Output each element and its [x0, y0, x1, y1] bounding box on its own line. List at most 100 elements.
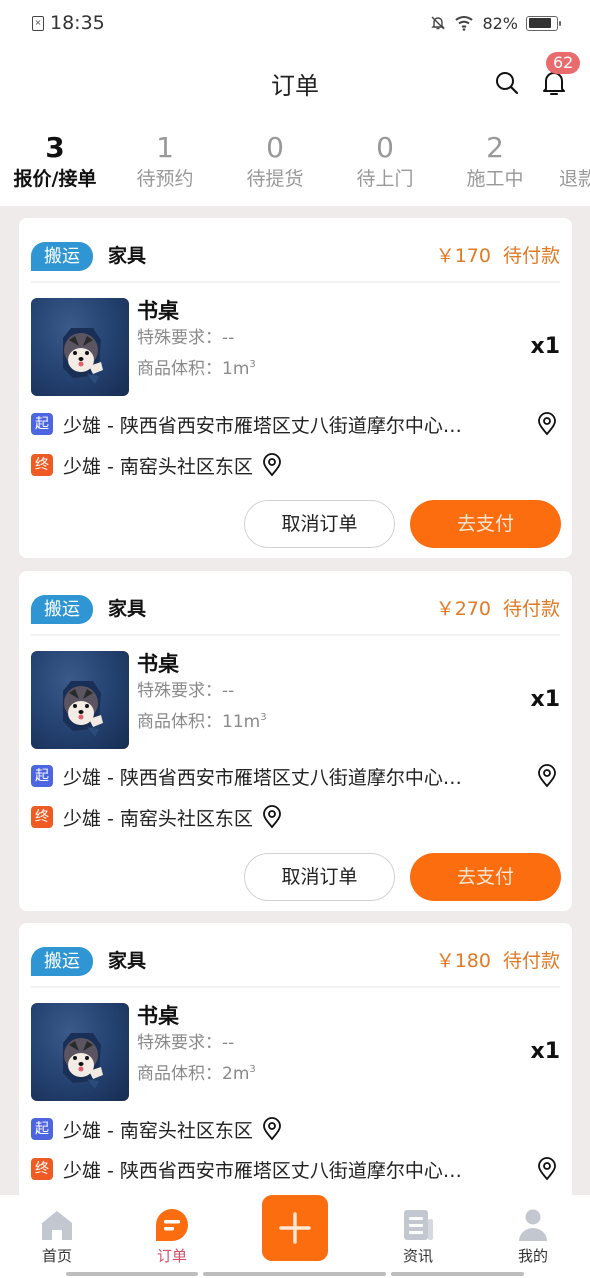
- search-icon[interactable]: [494, 70, 520, 96]
- volume-label: 商品体积：: [137, 359, 222, 379]
- tab-label: 待上门: [356, 168, 414, 190]
- tab-pending-visit[interactable]: 0 待上门: [330, 132, 440, 192]
- volume-value: 2m: [222, 1064, 250, 1084]
- product-image: [31, 1003, 129, 1101]
- news-icon: [404, 1210, 433, 1240]
- order-category: 家具: [108, 950, 147, 972]
- order-category: 家具: [108, 598, 147, 620]
- product-name: 书桌: [137, 299, 179, 323]
- order-status: 待付款: [502, 950, 560, 972]
- service-type-tag: 搬运: [31, 242, 93, 271]
- tab-label: 退款: [559, 168, 590, 190]
- start-address: 少雄 - 南窑头社区东区: [63, 1119, 253, 1142]
- cancel-order-button[interactable]: 取消订单: [244, 500, 395, 548]
- service-type-tag: 搬运: [31, 595, 93, 624]
- volume-value: 11m: [222, 712, 261, 732]
- tabbar-label: 首页: [41, 1247, 72, 1265]
- special-req-label: 特殊要求：: [137, 1033, 222, 1053]
- start-address-row: 起 少雄 - 南窑头社区东区: [31, 1115, 560, 1143]
- volume-exponent: 3: [260, 712, 267, 723]
- start-tag: 起: [31, 765, 53, 787]
- tab-in-progress[interactable]: 2 施工中: [440, 132, 550, 192]
- tabbar-item-orders[interactable]: 订单: [132, 1207, 212, 1265]
- tab-refund[interactable]: 退款: [559, 132, 590, 192]
- end-address: 少雄 - 南窑头社区东区: [63, 455, 253, 478]
- sim-missing-icon: ×: [32, 15, 44, 31]
- status-bar: × 18:35 82%: [0, 0, 590, 46]
- wifi-icon: [455, 16, 474, 31]
- start-address: 少雄 - 陕西省西安市雁塔区丈八街道摩尔中心…: [63, 414, 462, 437]
- location-pin-icon[interactable]: [536, 1157, 558, 1181]
- special-req-value: --: [222, 681, 235, 701]
- tabbar-item-profile[interactable]: 我的: [493, 1207, 573, 1265]
- header: 订单 62: [0, 46, 590, 120]
- end-tag: 终: [31, 454, 53, 476]
- battery-percent: 82%: [482, 13, 518, 33]
- order-price: ￥180: [435, 950, 491, 972]
- special-req-value: --: [222, 328, 235, 348]
- notification-badge: 62: [546, 52, 581, 74]
- plus-icon: [279, 1212, 311, 1244]
- end-address-row: 终 少雄 - 南窑头社区东区: [31, 451, 560, 479]
- location-pin-icon[interactable]: [261, 453, 283, 477]
- tabbar-label: 我的: [517, 1247, 548, 1265]
- start-tag: 起: [31, 1118, 53, 1140]
- create-order-button[interactable]: [262, 1195, 328, 1261]
- bell-off-icon: [431, 16, 446, 30]
- product-name: 书桌: [137, 1004, 179, 1028]
- location-pin-icon[interactable]: [536, 412, 558, 436]
- tabbar-label: 资讯: [402, 1247, 433, 1265]
- tab-count: 1: [156, 131, 174, 164]
- home-indicator: [391, 1272, 524, 1276]
- tab-count: 0: [266, 131, 284, 164]
- home-indicator: [203, 1272, 386, 1276]
- tab-count: 3: [45, 131, 65, 164]
- order-card[interactable]: 搬运 家具 ￥270 待付款 书桌 特殊要求：-- 商品体积：11m3 x1 起 …: [19, 571, 572, 911]
- product-image: [31, 298, 129, 396]
- order-price: ￥270: [435, 598, 491, 620]
- home-indicator: [66, 1272, 198, 1276]
- end-tag: 终: [31, 806, 53, 828]
- special-req-label: 特殊要求：: [137, 681, 222, 701]
- home-icon: [42, 1211, 72, 1240]
- location-pin-icon[interactable]: [261, 805, 283, 829]
- pay-button[interactable]: 去支付: [410, 500, 561, 548]
- order-card[interactable]: 搬运 家具 ￥170 待付款 书桌 特殊要求：-- 商品体积：1m3 x1 起 少…: [19, 218, 572, 558]
- volume-label: 商品体积：: [137, 1064, 222, 1084]
- start-address-row: 起 少雄 - 陕西省西安市雁塔区丈八街道摩尔中心…: [31, 410, 560, 438]
- tabbar-item-news[interactable]: 资讯: [378, 1207, 458, 1265]
- tab-label: 待提货: [246, 168, 304, 190]
- order-icon: [156, 1209, 188, 1241]
- location-pin-icon[interactable]: [536, 764, 558, 788]
- tabbar-label: 订单: [156, 1247, 187, 1265]
- end-address-row: 终 少雄 - 陕西省西安市雁塔区丈八街道摩尔中心…: [31, 1155, 560, 1183]
- tab-count: 2: [486, 131, 504, 164]
- tab-pending-pickup[interactable]: 0 待提货: [220, 132, 330, 192]
- quantity: x1: [530, 687, 561, 712]
- profile-icon: [519, 1209, 547, 1241]
- end-address-row: 终 少雄 - 南窑头社区东区: [31, 803, 560, 831]
- tab-count: 0: [376, 131, 394, 164]
- end-address: 少雄 - 南窑头社区东区: [63, 807, 253, 830]
- volume-label: 商品体积：: [137, 712, 222, 732]
- bottom-tab-bar: 首页 订单 资讯 我的: [0, 1195, 590, 1278]
- volume-exponent: 3: [249, 1064, 256, 1075]
- order-status: 待付款: [502, 245, 560, 267]
- tab-quote[interactable]: 3 报价/接单: [0, 132, 110, 192]
- tab-count: [559, 132, 590, 164]
- cancel-order-button[interactable]: 取消订单: [244, 853, 395, 901]
- end-address: 少雄 - 陕西省西安市雁塔区丈八街道摩尔中心…: [63, 1159, 462, 1182]
- tab-label: 施工中: [466, 168, 524, 190]
- status-time: 18:35: [50, 12, 105, 34]
- quantity: x1: [530, 334, 561, 359]
- order-card[interactable]: 搬运 家具 ￥180 待付款 书桌 特殊要求：-- 商品体积：2m3 x1 起 少…: [19, 923, 572, 1213]
- pay-button[interactable]: 去支付: [410, 853, 561, 901]
- start-address-row: 起 少雄 - 陕西省西安市雁塔区丈八街道摩尔中心…: [31, 762, 560, 790]
- order-category: 家具: [108, 245, 147, 267]
- tab-label: 待预约: [136, 168, 194, 190]
- tabbar-item-home[interactable]: 首页: [17, 1207, 97, 1265]
- special-req-label: 特殊要求：: [137, 328, 222, 348]
- start-address: 少雄 - 陕西省西安市雁塔区丈八街道摩尔中心…: [63, 766, 462, 789]
- location-pin-icon[interactable]: [261, 1117, 283, 1141]
- tab-pending-appointment[interactable]: 1 待预约: [110, 132, 220, 192]
